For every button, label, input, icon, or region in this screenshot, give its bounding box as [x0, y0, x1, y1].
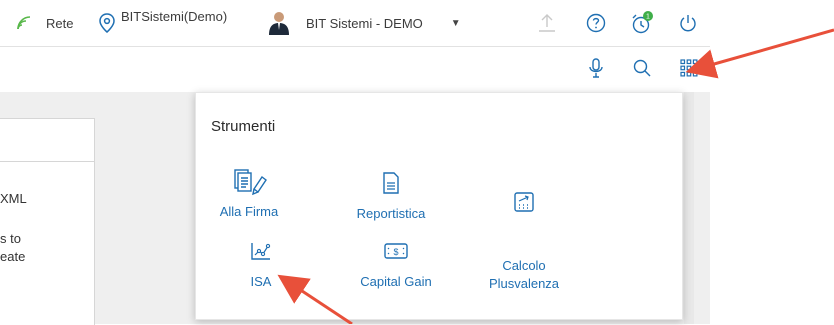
- arrow-to-apps-grid: [685, 28, 834, 79]
- annotation-arrows: [277, 28, 834, 324]
- arrow-to-isa: [277, 274, 353, 324]
